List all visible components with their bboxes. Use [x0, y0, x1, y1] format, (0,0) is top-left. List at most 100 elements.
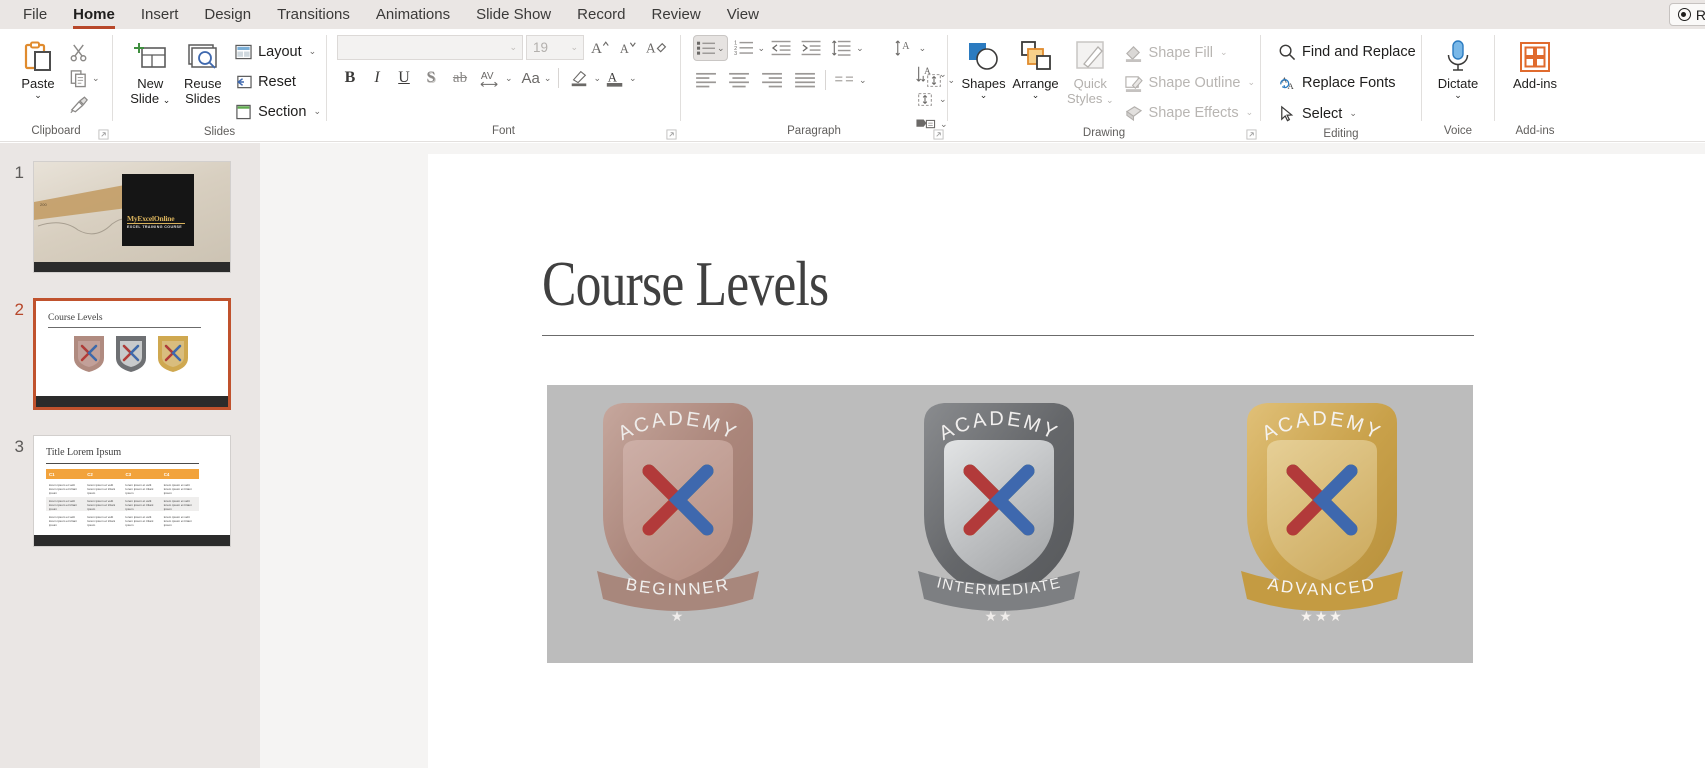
tab-slide-show[interactable]: Slide Show	[463, 0, 564, 29]
numbering-button[interactable]: 1 2 3	[731, 36, 757, 60]
paste-icon	[21, 38, 55, 76]
reuse-slides-label-line1: Reuse	[184, 76, 222, 91]
reuse-slides-button[interactable]: Reuse Slides	[178, 35, 229, 106]
underline-button[interactable]: U	[391, 66, 417, 90]
clipboard-dialog-launcher[interactable]	[98, 129, 109, 140]
slide-title[interactable]: Course Levels	[542, 248, 829, 321]
smartart-caret[interactable]: ⌄	[940, 119, 948, 130]
find-and-replace-label: Find and Replace	[1302, 43, 1416, 60]
text-shadow-button[interactable]: S	[418, 66, 444, 90]
dictate-button[interactable]: Dictate ⌄	[1427, 35, 1489, 100]
shape-effects-caret[interactable]: ⌄	[1246, 107, 1254, 118]
shape-effects-button[interactable]: Shape Effects ⌄	[1119, 98, 1260, 127]
tab-review[interactable]: Review	[639, 0, 714, 29]
format-painter-button[interactable]	[66, 92, 100, 116]
increase-font-size-button[interactable]: A	[587, 36, 612, 60]
new-slide-button[interactable]: New Slide ⌄	[125, 35, 176, 106]
vertical-align-caret[interactable]: ⌄	[939, 94, 947, 105]
layout-caret[interactable]: ⌄	[309, 46, 317, 57]
character-spacing-caret[interactable]: ⌄	[505, 73, 513, 84]
font-color-caret[interactable]: ⌄	[629, 73, 637, 84]
paste-button[interactable]: Paste ⌄	[10, 35, 66, 100]
strikethrough-button[interactable]: ab	[445, 66, 475, 90]
align-left-button[interactable]	[693, 68, 720, 92]
line-spacing-caret[interactable]: ⌄	[856, 43, 864, 54]
shapes-caret[interactable]: ⌄	[980, 91, 988, 100]
font-size-combo[interactable]: 19 ⌄	[526, 35, 584, 60]
font-color-button[interactable]: A	[602, 66, 628, 90]
tab-transitions[interactable]: Transitions	[264, 0, 363, 29]
numbering-caret[interactable]: ⌄	[758, 43, 766, 54]
replace-fonts-button[interactable]: A A Replace Fonts	[1273, 68, 1401, 97]
current-slide[interactable]: Course Levels ACADEMY BEGINNER ★ ACADEMY…	[428, 154, 1705, 768]
vertical-align-button[interactable]	[912, 87, 938, 111]
align-right-button[interactable]	[759, 68, 786, 92]
sort-button[interactable]: A	[912, 62, 938, 86]
bullets-caret[interactable]: ⌄	[717, 43, 725, 54]
increase-list-level-button[interactable]	[798, 36, 825, 60]
align-center-button[interactable]	[726, 68, 753, 92]
font-name-combo[interactable]: ⌄	[337, 35, 523, 60]
justify-button[interactable]	[792, 68, 819, 92]
character-spacing-button[interactable]: AV	[476, 66, 504, 90]
columns-caret[interactable]: ⌄	[859, 75, 867, 86]
tab-animations[interactable]: Animations	[363, 0, 463, 29]
tab-file[interactable]: File	[10, 0, 60, 29]
bold-button[interactable]: B	[337, 66, 363, 90]
tab-insert[interactable]: Insert	[128, 0, 192, 29]
font-dialog-launcher[interactable]	[666, 129, 677, 140]
shape-fill-caret[interactable]: ⌄	[1220, 47, 1228, 58]
line-spacing-button[interactable]	[828, 36, 855, 60]
decrease-font-size-button[interactable]: A	[615, 36, 640, 60]
text-direction-caret[interactable]: ⌄	[919, 43, 927, 54]
bullets-button[interactable]: ⌄	[693, 35, 728, 61]
thumbnail-slide-2[interactable]: 2 Course Levels	[0, 298, 231, 410]
shape-outline-caret[interactable]: ⌄	[1247, 77, 1255, 88]
section-caret[interactable]: ⌄	[313, 106, 321, 117]
shapes-button[interactable]: Shapes ⌄	[958, 35, 1009, 100]
shape-outline-button[interactable]: Shape Outline ⌄	[1119, 68, 1260, 97]
text-highlight-caret[interactable]: ⌄	[593, 73, 601, 84]
paste-dropdown-caret[interactable]: ⌄	[34, 91, 42, 100]
tab-view[interactable]: View	[714, 0, 772, 29]
cut-button[interactable]	[66, 40, 100, 64]
dictate-caret[interactable]: ⌄	[1454, 91, 1462, 100]
text-direction-button[interactable]: A	[892, 36, 918, 60]
arrange-button[interactable]: Arrange ⌄	[1009, 35, 1062, 100]
reset-button[interactable]: Reset	[230, 67, 326, 96]
decrease-list-level-button[interactable]	[768, 36, 795, 60]
convert-to-smartart-button[interactable]	[912, 112, 939, 136]
new-slide-label-line2: Slide ⌄	[130, 91, 171, 106]
select-caret[interactable]: ⌄	[1349, 108, 1357, 119]
change-case-button[interactable]: Aa	[519, 66, 543, 90]
tab-home[interactable]: Home	[60, 0, 128, 29]
slide-thumbnail-pane[interactable]: 1 200 MyExcelOnline EXCEL TRAINING COURS…	[0, 143, 260, 768]
record-button[interactable]: R	[1668, 3, 1705, 26]
change-case-caret[interactable]: ⌄	[544, 73, 552, 84]
find-and-replace-button[interactable]: Find and Replace	[1273, 37, 1421, 66]
thumbnail-slide-3[interactable]: 3 Title Lorem Ipsum C1 C2 C3 C4 lorem ip…	[0, 435, 231, 547]
reuse-slides-label-line2: Slides	[185, 91, 221, 106]
addins-button[interactable]: Add-ins	[1500, 35, 1570, 91]
quick-styles-button[interactable]: Quick Styles ⌄	[1062, 35, 1119, 106]
badges-image[interactable]: ACADEMY BEGINNER ★ ACADEMY INTERMEDIATE …	[547, 385, 1473, 663]
layout-button[interactable]: Layout ⌄	[230, 37, 326, 66]
drawing-dialog-launcher[interactable]	[1246, 129, 1257, 140]
section-button[interactable]: Section ⌄	[230, 97, 326, 126]
clear-formatting-button[interactable]: A	[643, 36, 670, 60]
slide-editor-canvas[interactable]: Course Levels ACADEMY BEGINNER ★ ACADEMY…	[260, 143, 1705, 768]
arrange-caret[interactable]: ⌄	[1032, 91, 1040, 100]
tab-design[interactable]: Design	[191, 0, 264, 29]
copy-button[interactable]	[66, 66, 91, 90]
text-highlight-color-button[interactable]	[566, 66, 592, 90]
italic-button[interactable]: I	[364, 66, 390, 90]
columns-button[interactable]	[832, 68, 858, 92]
shape-fill-button[interactable]: Shape Fill ⌄	[1119, 38, 1260, 67]
sort-caret[interactable]: ⌄	[939, 69, 947, 80]
copy-dropdown-caret[interactable]: ⌄	[92, 73, 100, 84]
tab-record[interactable]: Record	[564, 0, 638, 29]
paste-label: Paste	[21, 76, 55, 91]
thumbnail-slide-1[interactable]: 1 200 MyExcelOnline EXCEL TRAINING COURS…	[0, 161, 231, 273]
select-button[interactable]: Select ⌄	[1273, 99, 1362, 128]
search-icon	[1279, 44, 1296, 60]
